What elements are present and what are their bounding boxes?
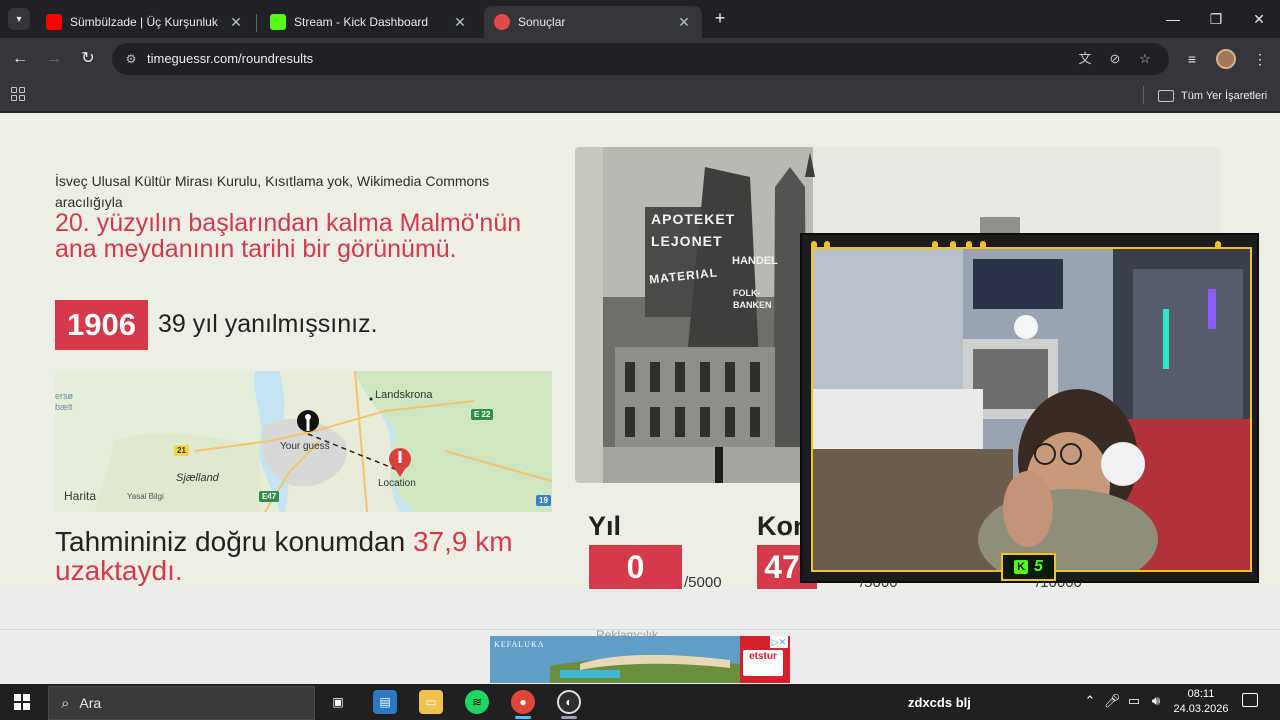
kick-icon [270, 14, 286, 30]
year-score-badge: 0 [589, 545, 682, 589]
url-text: timeguessr.com/roundresults [147, 51, 314, 66]
tray-overflow-icon[interactable]: ⌃ [1082, 693, 1098, 709]
obs-icon[interactable]: ◐ [557, 690, 581, 714]
tab-search-button[interactable]: ▾ [8, 8, 30, 30]
distance-result: Tahmininiz doğru konumdan 37,9 km uzakta… [55, 527, 565, 585]
restore-button[interactable]: ❐ [1202, 8, 1230, 30]
ad-area: Reklamcılık KEFALUKA etstur ▷✕ [0, 589, 1280, 684]
chrome-icon[interactable]: ● [511, 690, 535, 714]
ad-partner-logo: etstur [743, 650, 783, 676]
webcam-overlay: K 5 [800, 233, 1259, 583]
microphone-icon[interactable]: 🎤︎ [1104, 693, 1121, 709]
windows-taskbar: ⌕ Ara ▣ ▤ ▭ ≋ ● ◐ zdxcds blj ⌃ 🎤︎ ▭ 🔊︎ 0… [0, 684, 1280, 720]
tab-title: Sümbülzade | Üç Kurşunluk Op [70, 15, 222, 29]
clock-time: 08:11 [1187, 688, 1215, 700]
taskbar-search[interactable]: ⌕ Ara [48, 686, 315, 720]
apps-grid-icon[interactable] [11, 87, 25, 101]
landskrona-label: Landskrona [375, 389, 433, 401]
system-clock[interactable]: 08:11 24.03.2026 [1166, 687, 1236, 717]
photo-sign-folkbanken: FOLK-BANKEN [733, 288, 772, 310]
result-map[interactable]: ersø bælt Landskrona Your guess Location… [55, 371, 552, 512]
site-settings-icon[interactable]: ⚙ [122, 50, 140, 68]
chrome-menu-icon[interactable]: ⋮ [1249, 48, 1271, 70]
road-sign-e22: E 22 [471, 409, 494, 420]
sound-label: ersø bælt [55, 391, 73, 412]
translate-icon[interactable]: 文 [1076, 50, 1094, 68]
road-sign-19: 19 [536, 495, 551, 506]
all-bookmarks-label: Tüm Yer İşaretleri [1181, 90, 1268, 102]
tab-youtube[interactable]: Sümbülzade | Üç Kurşunluk Op ✕ [36, 6, 254, 38]
tab-kick-dashboard[interactable]: Stream - Kick Dashboard ✕ [260, 6, 478, 38]
network-icon[interactable]: ▭ [1126, 693, 1142, 709]
back-button[interactable]: ← [9, 48, 31, 70]
search-placeholder: Ara [79, 695, 102, 711]
volume-icon[interactable]: 🔊︎ [1148, 693, 1164, 709]
tab-title: Stream - Kick Dashboard [294, 15, 429, 29]
webcam-feed [811, 247, 1252, 572]
all-bookmarks-button[interactable]: Tüm Yer İşaretleri [1158, 87, 1267, 105]
tab-sonuclar[interactable]: Sonuçlar ✕ [484, 6, 702, 38]
location-label: Location [378, 478, 416, 489]
maps-attribution[interactable]: Harita [64, 489, 96, 503]
new-tab-button[interactable]: + [710, 9, 730, 29]
photo-sign-apoteket: APOTEKET [651, 211, 736, 227]
your-guess-label: Your guess [280, 441, 330, 452]
ad-choices-icon[interactable]: ▷✕ [770, 636, 788, 648]
window-close-button[interactable]: ✕ [1245, 8, 1273, 30]
tab-divider [256, 14, 257, 32]
close-icon[interactable]: ✕ [452, 14, 468, 31]
kick-follower-badge: K 5 [1001, 553, 1056, 581]
badge-number: 5 [1034, 558, 1043, 575]
clock-date: 24.03.2026 [1173, 703, 1229, 715]
photo-sign-handel: HANDEL [732, 255, 778, 267]
webcam-graphic [813, 249, 1250, 570]
spotify-icon[interactable]: ≋ [465, 690, 489, 714]
maps-attribution-label: Harita [64, 489, 97, 503]
tracking-hidden-icon[interactable]: ⊘ [1106, 50, 1124, 68]
control-panel-icon[interactable]: ▤ [373, 690, 397, 714]
address-bar[interactable]: ⚙ timeguessr.com/roundresults 文 ⊘ ☆ [112, 43, 1169, 75]
taskbar-text-1: zdxcds [908, 695, 953, 710]
task-view-icon[interactable]: ▣ [326, 690, 350, 714]
bookmarks-bar: Tüm Yer İşaretleri [0, 80, 1280, 112]
search-icon: ⌕ [61, 694, 70, 712]
file-explorer-icon[interactable]: ▭ [419, 690, 443, 714]
kick-logo: K [1014, 560, 1029, 574]
ad-brand: KEFALUKA [494, 640, 545, 649]
youtube-icon [46, 14, 62, 30]
windows-start-icon[interactable] [14, 694, 30, 710]
bookmark-star-icon[interactable]: ☆ [1136, 50, 1154, 68]
year-difference-text: 39 yıl yanılmışsınız. [158, 310, 378, 338]
profile-avatar[interactable] [1216, 49, 1236, 69]
minimize-button[interactable]: — [1159, 8, 1187, 30]
notification-icon[interactable] [1242, 693, 1258, 707]
taskbar-text-2: blj [955, 695, 971, 710]
reload-button[interactable]: ↻ [77, 48, 99, 70]
sjaelland-label: Sjælland [176, 472, 219, 484]
chrome-active-indicator [515, 716, 531, 719]
year-score-max: /5000 [684, 574, 722, 589]
ad-banner[interactable]: KEFALUKA etstur ▷✕ [490, 636, 790, 683]
road-sign-e47: E47 [259, 491, 280, 502]
taskbar-user-text: zdxcds blj [908, 695, 971, 710]
browser-toolbar: ← → ↻ ⚙ timeguessr.com/roundresults 文 ⊘ … [0, 38, 1280, 80]
folder-icon [1158, 90, 1174, 102]
legal-link[interactable]: Yasal Bilgi [127, 492, 164, 501]
photo-description: 20. yüzyılın başlarından kalma Malmö'nün… [55, 209, 522, 263]
distance-prefix: Tahmininiz doğru konumdan [55, 526, 413, 557]
photo-sign-lejonet: LEJONET [651, 233, 723, 249]
timeguessr-icon [494, 14, 510, 30]
reading-list-icon[interactable]: ≡ [1181, 48, 1203, 70]
close-icon[interactable]: ✕ [676, 14, 692, 31]
actual-year-badge: 1906 [55, 300, 148, 350]
photo-credit: İsveç Ulusal Kültür Mirası Kurulu, Kısıt… [55, 173, 490, 210]
tab-title: Sonuçlar [518, 15, 566, 29]
tab-strip: ▾ Sümbülzade | Üç Kurşunluk Op ✕ Stream … [0, 0, 1280, 38]
road-sign-21: 21 [174, 445, 189, 456]
forward-button[interactable]: → [43, 48, 65, 70]
obs-running-indicator [561, 716, 577, 719]
bookmarks-divider [1143, 86, 1144, 104]
close-icon[interactable]: ✕ [228, 14, 244, 31]
year-score-label: Yıl [588, 511, 622, 541]
